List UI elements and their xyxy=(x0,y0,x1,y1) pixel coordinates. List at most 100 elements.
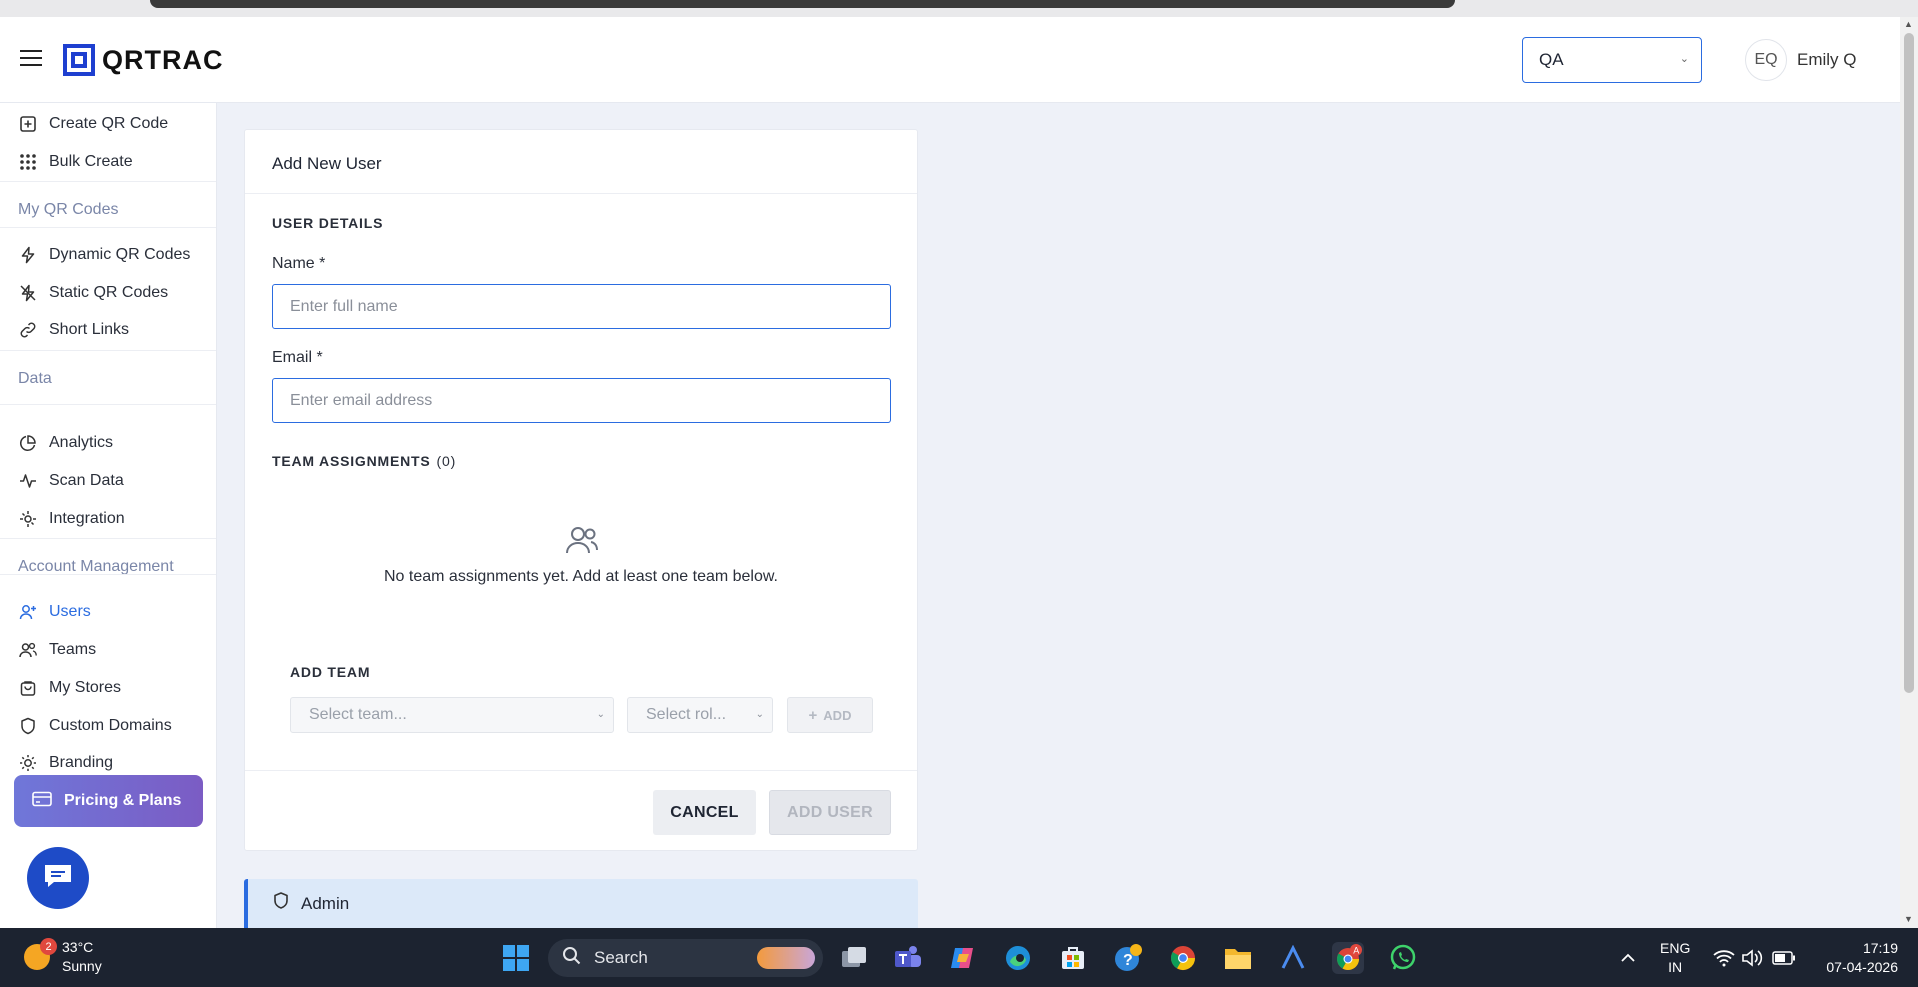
sidebar-item-label: Custom Domains xyxy=(49,717,172,734)
sidebar-item-dynamic-qr-codes[interactable]: Dynamic QR Codes xyxy=(0,236,216,274)
chat-bubble-icon xyxy=(42,862,74,895)
team-assignments-count: (0) xyxy=(436,453,457,469)
plug-icon xyxy=(18,509,38,529)
user-details-heading: USER DETAILS xyxy=(272,215,384,231)
edge-browser-icon[interactable] xyxy=(1002,942,1034,974)
file-explorer-icon[interactable] xyxy=(1222,942,1254,974)
sidebar-item-scan-data[interactable]: Scan Data xyxy=(0,462,216,500)
copilot-icon[interactable] xyxy=(947,942,979,974)
grid-dots-icon xyxy=(18,152,38,172)
sidebar-item-label: Branding xyxy=(49,754,114,771)
teams-icon[interactable] xyxy=(892,942,924,974)
sidebar-item-create-qr-code[interactable]: Create QR Code xyxy=(0,105,216,143)
chevron-down-icon: ⌄ xyxy=(1679,53,1689,65)
sidebar-item-label: Static QR Codes xyxy=(49,284,169,301)
add-team-button[interactable]: + ADD xyxy=(787,697,873,733)
section-data: Data xyxy=(18,370,52,387)
sidebar-item-my-stores[interactable]: My Stores xyxy=(0,669,216,707)
select-role-placeholder: Select rol... xyxy=(646,706,727,723)
taskbar-search[interactable]: Search xyxy=(548,939,823,977)
sidebar-item-custom-domains[interactable]: Custom Domains xyxy=(0,707,216,745)
clock-time: 17:19 xyxy=(1862,940,1898,956)
page-scrollbar[interactable]: ▲ ▼ xyxy=(1900,17,1918,928)
sidebar-item-short-links[interactable]: Short Links xyxy=(0,311,216,349)
plus-icon: + xyxy=(808,706,818,724)
chevron-down-icon: ⌄ xyxy=(596,709,605,720)
add-user-button[interactable]: ADD USER xyxy=(769,790,891,835)
sidebar-item-label: Bulk Create xyxy=(49,153,133,170)
sidebar-item-label: My Stores xyxy=(49,679,122,696)
sidebar-item-label: Teams xyxy=(49,641,97,658)
sidebar-item-teams[interactable]: Teams xyxy=(0,631,216,669)
search-label: Search xyxy=(594,948,648,967)
language-code: ENG xyxy=(1660,940,1691,956)
chevron-up-icon[interactable] xyxy=(1612,942,1644,974)
section-my-qr-codes: My QR Codes xyxy=(18,201,119,218)
app-a-icon[interactable] xyxy=(1277,942,1309,974)
divider xyxy=(245,193,917,194)
microsoft-store-icon[interactable] xyxy=(1057,942,1089,974)
sidebar-item-label: Create QR Code xyxy=(49,115,169,132)
help-icon[interactable]: ? xyxy=(1112,942,1144,974)
pricing-plans-label: Pricing & Plans xyxy=(64,792,182,809)
name-input[interactable] xyxy=(272,284,891,329)
admin-section-header[interactable]: Admin xyxy=(244,879,918,928)
users-icon xyxy=(565,524,599,561)
email-label: Email * xyxy=(272,349,323,366)
sidebar-item-static-qr-codes[interactable]: Static QR Codes xyxy=(0,274,216,312)
app-logo[interactable]: QRTRAC xyxy=(63,44,224,76)
weather-widget[interactable]: 2 33°C Sunny xyxy=(24,938,102,976)
battery-icon[interactable] xyxy=(1768,942,1800,974)
whatsapp-icon[interactable] xyxy=(1387,942,1419,974)
task-view-icon[interactable] xyxy=(838,942,870,974)
chrome-icon[interactable] xyxy=(1167,942,1199,974)
scroll-down-icon[interactable]: ▼ xyxy=(1904,914,1913,924)
team-assignments-heading: TEAM ASSIGNMENTS (0) xyxy=(272,453,456,469)
user-name[interactable]: Emily Q xyxy=(1797,50,1857,70)
select-team-dropdown[interactable]: Select team... ⌄ xyxy=(290,697,614,733)
weather-temperature: 33°C xyxy=(62,939,94,955)
chat-support-button[interactable] xyxy=(27,847,89,909)
sidebar-item-analytics[interactable]: Analytics xyxy=(0,424,216,462)
divider xyxy=(0,574,216,575)
name-label: Name * xyxy=(272,255,326,272)
language-region: IN xyxy=(1668,959,1683,975)
team-assignments-label: TEAM ASSIGNMENTS xyxy=(272,453,431,469)
qrtrac-logo-icon xyxy=(63,44,95,76)
add-team-button-label: ADD xyxy=(823,707,852,723)
shield-icon xyxy=(273,892,289,915)
chrome-profile-icon[interactable]: A xyxy=(1332,942,1364,974)
scrollbar-thumb[interactable] xyxy=(1904,33,1914,693)
lightning-off-icon xyxy=(18,283,38,303)
hamburger-menu-icon[interactable] xyxy=(20,50,42,66)
scroll-up-icon[interactable]: ▲ xyxy=(1904,19,1913,29)
volume-icon[interactable] xyxy=(1736,942,1768,974)
sun-icon xyxy=(18,753,38,773)
search-icon xyxy=(562,946,582,971)
browser-address-bar-edge xyxy=(150,0,1455,8)
windows-start-icon[interactable] xyxy=(500,942,532,974)
link-icon xyxy=(18,320,38,340)
users-icon xyxy=(18,640,38,660)
language-indicator[interactable]: ENG IN xyxy=(1660,939,1690,977)
organization-select-value: QA xyxy=(1539,50,1564,69)
empty-team-message: No team assignments yet. Add at least on… xyxy=(384,568,778,585)
avatar[interactable]: EQ xyxy=(1745,39,1787,81)
logo-text: QRTRAC xyxy=(102,44,224,75)
plus-square-icon xyxy=(18,114,38,134)
sidebar-item-integration[interactable]: Integration xyxy=(0,500,216,538)
sidebar-item-bulk-create[interactable]: Bulk Create xyxy=(0,143,216,181)
sidebar-item-label: Integration xyxy=(49,510,125,527)
divider xyxy=(0,350,216,351)
sidebar-item-users[interactable]: Users xyxy=(0,593,216,631)
select-team-placeholder: Select team... xyxy=(309,706,407,723)
notification-badge: 2 xyxy=(40,938,57,955)
email-input[interactable] xyxy=(272,378,891,423)
cancel-button[interactable]: CANCEL xyxy=(653,790,756,835)
activity-icon xyxy=(18,471,38,491)
credit-card-icon xyxy=(32,791,52,812)
select-role-dropdown[interactable]: Select rol... ⌄ xyxy=(627,697,773,733)
system-clock[interactable]: 17:19 07-04-2026 xyxy=(1818,939,1898,977)
organization-select[interactable]: QA ⌄ xyxy=(1522,37,1702,83)
pricing-plans-button[interactable]: Pricing & Plans xyxy=(14,775,203,827)
